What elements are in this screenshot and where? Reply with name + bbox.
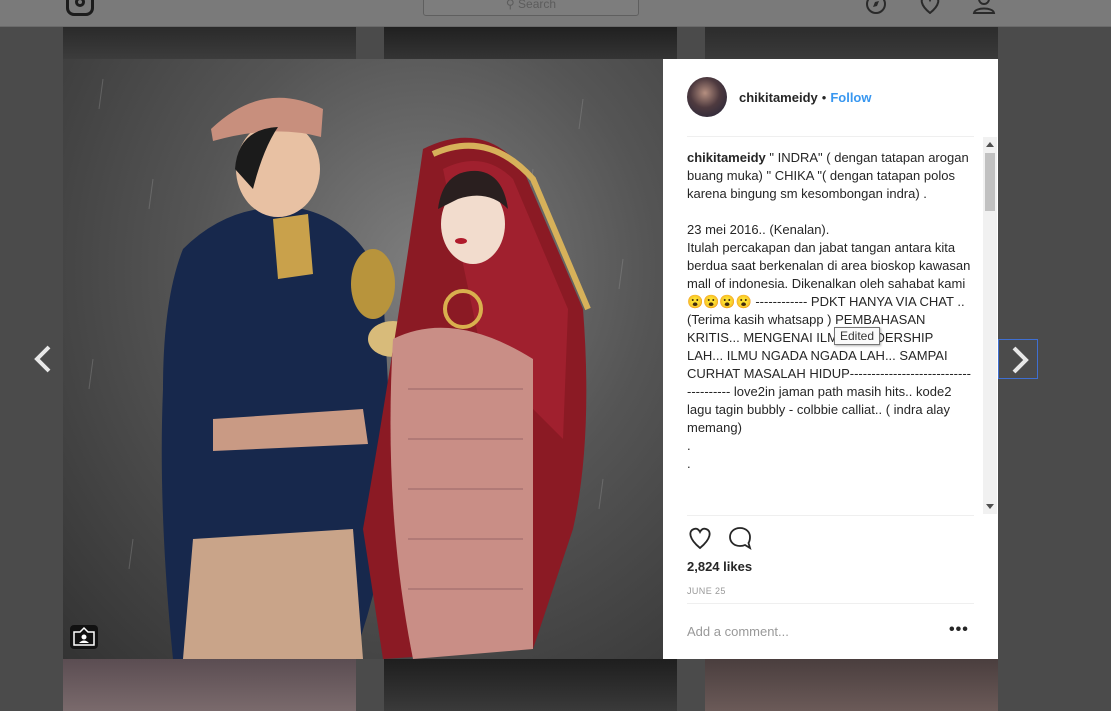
chevron-left-icon (34, 345, 51, 373)
grid-post-thumbnail[interactable] (705, 27, 998, 59)
user-profile-icon[interactable] (972, 0, 996, 14)
grid-post-thumbnail[interactable] (63, 659, 356, 711)
scroll-down-arrow-icon[interactable] (986, 504, 994, 509)
search-placeholder: Search (518, 0, 557, 11)
post-modal: chikitameidy • Follow chikitameidy " IND… (63, 59, 998, 659)
heart-icon (689, 527, 711, 550)
more-options-button[interactable]: ••• (949, 621, 969, 639)
comment-bubble-icon (729, 527, 752, 550)
heart-icon[interactable] (918, 0, 942, 15)
post-sidebar: chikitameidy • Follow chikitameidy " IND… (663, 59, 998, 659)
previous-post-button[interactable] (24, 339, 64, 379)
likes-count[interactable]: 2,824 likes (687, 559, 752, 574)
like-button[interactable] (687, 525, 713, 551)
post-header: chikitameidy • Follow (687, 77, 872, 117)
search-icon: ⚲ (505, 0, 519, 11)
caption-divider (687, 515, 974, 516)
caption-username[interactable]: chikitameidy (687, 150, 766, 165)
add-comment-input[interactable]: Add a comment... (687, 624, 789, 639)
grid-post-thumbnail[interactable] (384, 27, 677, 59)
comment-button[interactable] (727, 525, 753, 551)
post-date: JUNE 25 (687, 586, 726, 596)
edited-tooltip: Edited (834, 327, 881, 345)
tagged-people-icon[interactable] (70, 625, 98, 649)
comment-divider (687, 603, 974, 604)
caption-text: " INDRA" ( dengan tatapan arogan buang m… (687, 150, 971, 471)
instagram-logo-icon[interactable] (66, 0, 94, 16)
post-photo[interactable] (63, 59, 663, 659)
next-post-button[interactable] (998, 339, 1038, 379)
header-divider (687, 136, 974, 137)
grid-post-thumbnail[interactable] (63, 27, 356, 59)
top-navigation-bar: ⚲ Search (0, 0, 1111, 27)
compass-icon[interactable] (864, 0, 888, 14)
caption-scrollbar[interactable] (983, 137, 997, 514)
grid-post-thumbnail[interactable] (705, 659, 998, 711)
post-caption: chikitameidy " INDRA" ( dengan tatapan a… (687, 141, 972, 473)
chevron-right-icon (1012, 346, 1029, 374)
search-input[interactable]: ⚲ Search (423, 0, 639, 16)
avatar[interactable] (687, 77, 727, 117)
post-actions (687, 525, 767, 551)
scrollbar-thumb[interactable] (985, 153, 995, 211)
post-photo-illustration (88, 78, 624, 659)
scroll-up-arrow-icon[interactable] (986, 142, 994, 147)
grid-post-thumbnail[interactable] (384, 659, 677, 711)
separator-dot: • (821, 89, 827, 105)
post-username[interactable]: chikitameidy (739, 90, 818, 105)
follow-button[interactable]: Follow (830, 90, 871, 105)
